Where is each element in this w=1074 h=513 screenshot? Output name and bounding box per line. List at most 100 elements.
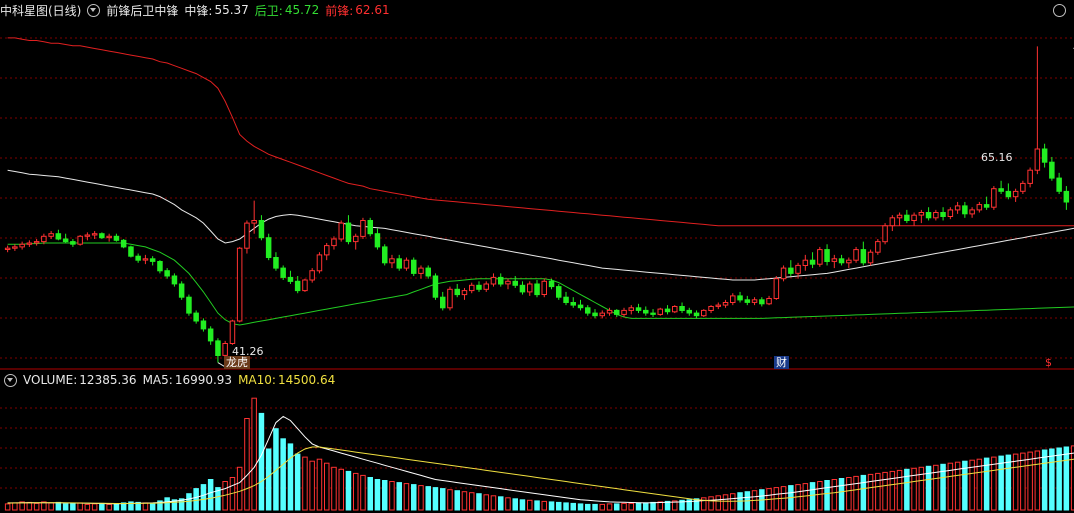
volume-bar xyxy=(461,491,468,511)
candle-body xyxy=(19,243,25,248)
volume-bar xyxy=(1049,448,1055,511)
volume-dropdown-icon[interactable] xyxy=(4,373,17,387)
candle-body xyxy=(222,343,228,356)
indicator-lines xyxy=(7,37,1074,369)
volume-bar xyxy=(1056,447,1062,511)
candle-body xyxy=(55,233,62,240)
candle-body xyxy=(236,247,243,322)
candle-body xyxy=(447,288,453,309)
back-line xyxy=(7,242,1074,326)
candle-body xyxy=(773,278,780,300)
candle-body xyxy=(614,309,620,315)
volume-bar xyxy=(889,470,896,511)
candle-body xyxy=(585,307,591,314)
volume-bar xyxy=(606,503,613,511)
candle-body xyxy=(207,328,214,342)
volume-bar xyxy=(490,495,497,511)
candle-body xyxy=(701,309,707,317)
volume-bar xyxy=(403,483,410,511)
volume-bar xyxy=(846,477,852,511)
mid-label: 中锋: xyxy=(184,3,213,18)
ma10-value: 14500.64 xyxy=(277,373,336,387)
volume-bar xyxy=(382,480,388,511)
volume-bar xyxy=(519,499,526,511)
candle-body xyxy=(882,225,888,243)
candle-body xyxy=(360,220,366,237)
candle-body xyxy=(91,233,98,236)
candle-body xyxy=(722,302,729,306)
candle-body xyxy=(287,276,294,282)
volume-header: VOLUME: 12385.36 MA5: 16990.93 MA10: 145… xyxy=(0,370,341,390)
candle-body xyxy=(577,304,584,309)
volume-bar xyxy=(1012,453,1019,511)
candle-body xyxy=(106,235,112,239)
close-chart-icon[interactable] xyxy=(1053,4,1066,17)
candle-body xyxy=(788,267,794,274)
candle-body xyxy=(432,275,439,298)
candle-body xyxy=(294,280,301,292)
volume-bar xyxy=(331,466,337,511)
volume-bar xyxy=(635,502,642,511)
candle-body xyxy=(962,205,968,215)
candle-body xyxy=(490,276,497,285)
volume-bar xyxy=(824,480,830,511)
candle-body xyxy=(976,204,983,211)
candle-body xyxy=(382,246,388,264)
candle-body xyxy=(1005,190,1012,198)
volume-bar xyxy=(1041,449,1048,511)
candle-body xyxy=(744,299,751,303)
candle-body xyxy=(592,312,598,317)
volume-bar xyxy=(1027,451,1033,511)
finance-tag[interactable]: 财 xyxy=(774,356,789,369)
volume-bar xyxy=(1034,450,1041,511)
volume-bar xyxy=(374,479,381,511)
volume-bar xyxy=(265,448,272,511)
stock-title[interactable]: 中科星图(日线) xyxy=(0,2,81,19)
candle-body xyxy=(838,258,845,264)
vol-label: VOLUME: xyxy=(23,373,78,387)
volume-bar xyxy=(570,502,576,511)
volume-bar xyxy=(556,501,562,511)
candle-body xyxy=(643,309,649,314)
candle-body xyxy=(338,222,344,240)
indicator-dropdown-icon[interactable] xyxy=(87,3,101,17)
candle-body xyxy=(244,222,250,249)
dollar-tag[interactable]: $ xyxy=(1043,356,1054,369)
volume-bar xyxy=(563,502,569,511)
candle-body xyxy=(635,307,642,311)
dragon-tiger-tag[interactable]: 龙虎 xyxy=(224,356,250,369)
volume-bar xyxy=(91,503,98,511)
volume-bar xyxy=(55,501,62,511)
volume-bar xyxy=(831,479,838,511)
back-label: 后卫: xyxy=(254,3,283,18)
candle-body xyxy=(556,286,562,298)
volume-bar xyxy=(592,503,598,511)
volume-bar xyxy=(77,502,83,511)
volume-bar xyxy=(258,412,265,511)
volume-bar xyxy=(527,499,533,511)
candle-body xyxy=(258,220,265,239)
candle-body xyxy=(26,242,33,245)
candle-body xyxy=(251,220,257,224)
candle-body xyxy=(534,283,540,296)
mid-value: 55.37 xyxy=(214,3,249,17)
volume-bar xyxy=(548,501,555,511)
candle-body xyxy=(178,283,185,298)
candle-body xyxy=(48,233,54,237)
candle-body xyxy=(933,212,939,219)
volume-bar xyxy=(701,497,707,511)
candle-body xyxy=(77,235,83,245)
indicator-name[interactable]: 前锋后卫中锋 xyxy=(106,2,178,19)
candle-body xyxy=(766,298,772,305)
volume-bar xyxy=(577,503,584,511)
volume-bar xyxy=(715,495,721,511)
volume-bar xyxy=(867,473,874,511)
volume-bar xyxy=(904,468,910,511)
candle-body xyxy=(925,212,932,219)
volume-bar xyxy=(730,493,736,511)
candle-body xyxy=(998,188,1004,192)
candle-body xyxy=(367,220,373,235)
volume-bar xyxy=(585,503,591,511)
candle-body xyxy=(548,280,555,288)
candle-body xyxy=(1027,169,1033,184)
